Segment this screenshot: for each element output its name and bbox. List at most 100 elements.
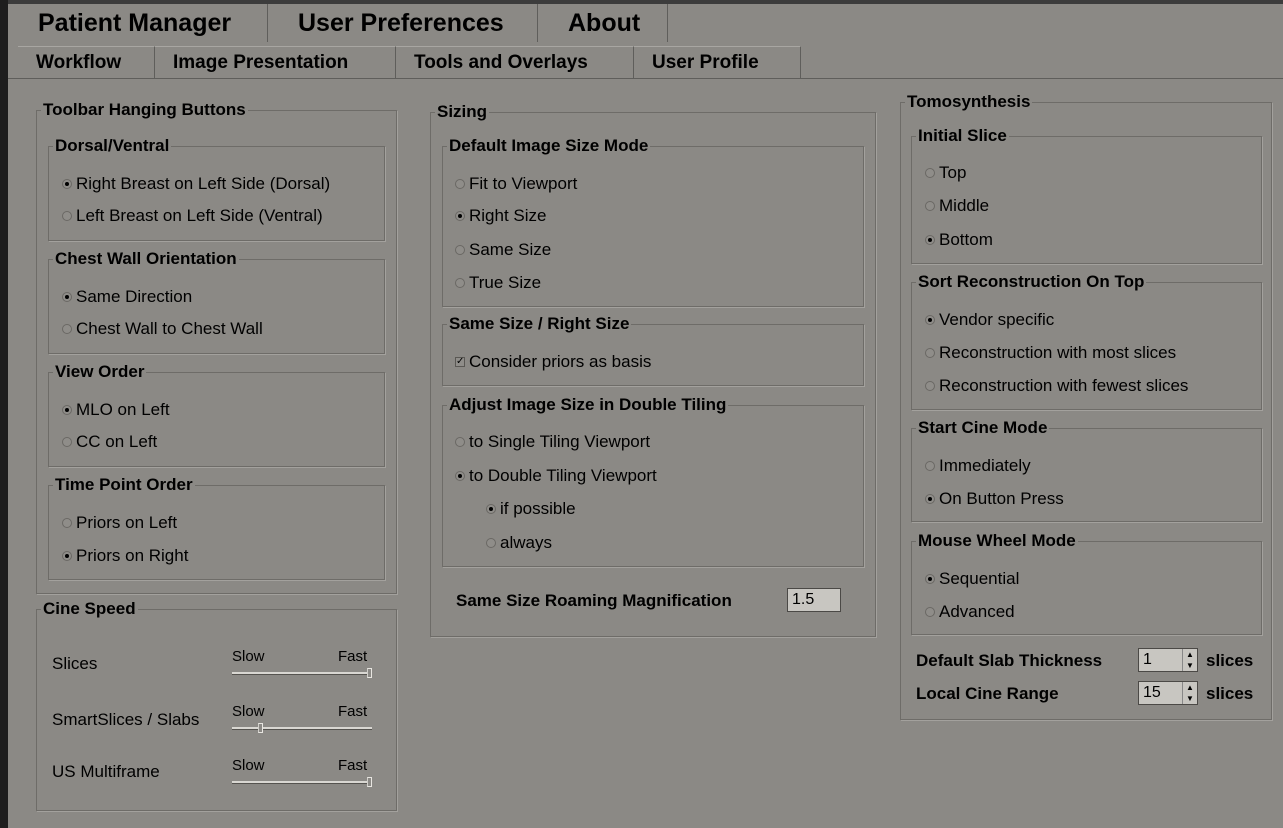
- radio-advanced[interactable]: Advanced: [925, 602, 1015, 622]
- tab-patient-manager[interactable]: Patient Manager: [8, 4, 268, 42]
- option-label: CC on Left: [76, 432, 158, 451]
- radio-mlo-on-left[interactable]: MLO on Left: [62, 400, 170, 420]
- radio-single-tiling-viewport[interactable]: to Single Tiling Viewport: [455, 432, 650, 452]
- radio-vendor-specific[interactable]: Vendor specific: [925, 310, 1054, 330]
- fast-label: Fast: [338, 757, 368, 774]
- option-label: to Double Tiling Viewport: [469, 466, 657, 485]
- option-label: always: [500, 533, 552, 552]
- tomosynthesis-title: Tomosynthesis: [907, 92, 1031, 111]
- tab-image-presentation[interactable]: Image Presentation: [155, 46, 396, 78]
- tab-about[interactable]: About: [538, 4, 668, 42]
- spin-arrows-icon[interactable]: ▲ ▼: [1182, 682, 1197, 704]
- tab-user-profile[interactable]: User Profile: [634, 46, 801, 78]
- initial-slice-title: Initial Slice: [918, 126, 1007, 145]
- option-label: Right Breast on Left Side (Dorsal): [76, 174, 331, 193]
- radio-fit-to-viewport[interactable]: Fit to Viewport: [455, 174, 577, 194]
- radio-fewest-slices[interactable]: Reconstruction with fewest slices: [925, 376, 1188, 396]
- radio-button-icon: [925, 494, 935, 504]
- radio-right-breast-dorsal[interactable]: Right Breast on Left Side (Dorsal): [62, 174, 330, 194]
- option-label: Bottom: [939, 230, 993, 249]
- radio-button-icon: [62, 292, 72, 302]
- radio-same-size[interactable]: Same Size: [455, 240, 551, 260]
- radio-button-icon: [62, 405, 72, 415]
- dorsal-ventral-title: Dorsal/Ventral: [55, 136, 170, 155]
- radio-button-icon: [925, 201, 935, 211]
- smartslices-slider[interactable]: [232, 727, 372, 730]
- radio-priors-on-left[interactable]: Priors on Left: [62, 513, 177, 533]
- radio-button-icon: [455, 437, 465, 447]
- radio-button-icon: [925, 315, 935, 325]
- slider-thumb[interactable]: [367, 668, 372, 678]
- option-label: Reconstruction with fewest slices: [939, 376, 1189, 395]
- cine-us-multiframe-label: US Multiframe: [52, 762, 160, 781]
- spin-arrows-icon[interactable]: ▲ ▼: [1182, 649, 1197, 671]
- tab-workflow[interactable]: Workflow: [18, 46, 155, 78]
- option-label: Priors on Left: [76, 513, 178, 532]
- slider-thumb[interactable]: [258, 723, 263, 733]
- option-label: Consider priors as basis: [469, 352, 652, 371]
- radio-bottom[interactable]: Bottom: [925, 230, 993, 250]
- fast-label: Fast: [338, 648, 368, 665]
- option-label: Vendor specific: [939, 310, 1055, 329]
- local-cine-range-spinbox[interactable]: 15 ▲ ▼: [1138, 681, 1198, 705]
- slow-label: Slow: [232, 757, 265, 774]
- view-order-title: View Order: [55, 362, 145, 381]
- consider-priors-checkbox[interactable]: ✓ Consider priors as basis: [455, 352, 651, 372]
- option-label: Same Direction: [76, 287, 193, 306]
- same-right-size-title: Same Size / Right Size: [449, 314, 630, 333]
- tab-user-preferences[interactable]: User Preferences: [268, 4, 538, 42]
- radio-button-icon: [925, 235, 935, 245]
- chest-wall-title: Chest Wall Orientation: [55, 249, 237, 268]
- radio-always[interactable]: always: [486, 533, 552, 553]
- fast-label: Fast: [338, 703, 368, 720]
- slab-thickness-value: 1: [1143, 651, 1152, 668]
- us-multiframe-slider[interactable]: [232, 781, 372, 784]
- adjust-double-tiling-title: Adjust Image Size in Double Tiling: [449, 395, 727, 414]
- radio-true-size[interactable]: True Size: [455, 273, 541, 293]
- slices-slider[interactable]: [232, 672, 372, 675]
- slow-label: Slow: [232, 703, 265, 720]
- radio-top[interactable]: Top: [925, 163, 966, 183]
- radio-right-size[interactable]: Right Size: [455, 206, 546, 226]
- radio-left-breast-ventral[interactable]: Left Breast on Left Side (Ventral): [62, 206, 323, 226]
- radio-button-icon: [925, 348, 935, 358]
- radio-button-icon: [455, 179, 465, 189]
- range-unit-label: slices: [1206, 684, 1254, 703]
- cine-slices-label: Slices: [52, 654, 98, 673]
- radio-cc-on-left[interactable]: CC on Left: [62, 432, 157, 452]
- local-cine-range-value: 15: [1143, 684, 1161, 701]
- sort-reconstruction-title: Sort Reconstruction On Top: [918, 272, 1145, 291]
- radio-button-icon: [62, 437, 72, 447]
- radio-sequential[interactable]: Sequential: [925, 569, 1019, 589]
- option-label: Fit to Viewport: [469, 174, 578, 193]
- same-right-size-group: Same Size / Right Size: [442, 314, 864, 386]
- radio-chest-wall-to-chest-wall[interactable]: Chest Wall to Chest Wall: [62, 319, 263, 339]
- toolbar-hanging-title: Toolbar Hanging Buttons: [43, 100, 246, 119]
- roaming-magnification-input[interactable]: 1.5: [787, 588, 841, 612]
- radio-button-icon: [62, 211, 72, 221]
- radio-if-possible[interactable]: if possible: [486, 499, 576, 519]
- radio-double-tiling-viewport[interactable]: to Double Tiling Viewport: [455, 466, 657, 486]
- option-label: Advanced: [939, 602, 1015, 621]
- sizing-title: Sizing: [437, 102, 488, 121]
- radio-priors-on-right[interactable]: Priors on Right: [62, 546, 188, 566]
- option-label: Reconstruction with most slices: [939, 343, 1177, 362]
- radio-immediately[interactable]: Immediately: [925, 456, 1031, 476]
- radio-button-icon: [455, 211, 465, 221]
- cine-speed-title: Cine Speed: [43, 599, 136, 618]
- radio-button-icon: [62, 179, 72, 189]
- slab-thickness-spinbox[interactable]: 1 ▲ ▼: [1138, 648, 1198, 672]
- tab-tools-and-overlays[interactable]: Tools and Overlays: [396, 46, 634, 78]
- radio-on-button-press[interactable]: On Button Press: [925, 489, 1064, 509]
- default-size-mode-title: Default Image Size Mode: [449, 136, 649, 155]
- slider-thumb[interactable]: [367, 777, 372, 787]
- radio-button-icon: [455, 245, 465, 255]
- start-cine-title: Start Cine Mode: [918, 418, 1048, 437]
- radio-button-icon: [455, 471, 465, 481]
- radio-same-direction[interactable]: Same Direction: [62, 287, 192, 307]
- option-label: Immediately: [939, 456, 1031, 475]
- tab-divider: [8, 78, 1283, 79]
- radio-middle[interactable]: Middle: [925, 196, 989, 216]
- slab-thickness-label: Default Slab Thickness: [916, 651, 1103, 670]
- radio-most-slices[interactable]: Reconstruction with most slices: [925, 343, 1176, 363]
